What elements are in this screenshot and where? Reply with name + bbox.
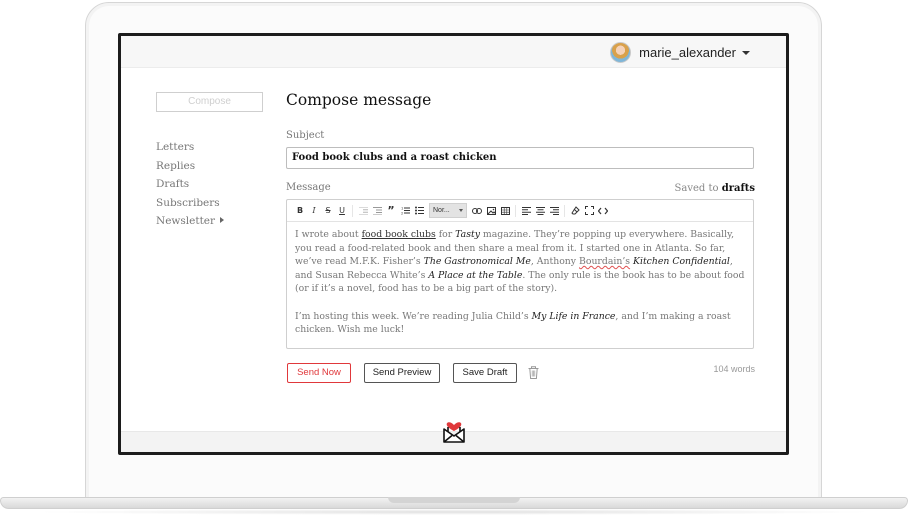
italic-text: Tasty: [455, 229, 480, 240]
send-now-button[interactable]: Send Now: [287, 363, 351, 383]
subject-input[interactable]: Food book clubs and a roast chicken: [286, 147, 754, 169]
italic-text: Kitchen Confidential: [633, 256, 730, 268]
sidebar-item-drafts[interactable]: Drafts: [156, 175, 224, 194]
bold-icon[interactable]: B: [293, 204, 307, 218]
caret-right-icon: [220, 217, 225, 223]
saved-location: drafts: [721, 183, 755, 194]
align-left-icon[interactable]: [519, 204, 533, 218]
avatar[interactable]: [610, 41, 632, 63]
table-icon[interactable]: [498, 204, 512, 218]
blockquote-icon[interactable]: ”: [384, 204, 398, 218]
sidebar-nav: Letters Replies Drafts Subscribers Newsl…: [156, 138, 225, 231]
indent-icon[interactable]: [370, 204, 384, 218]
top-bar: marie_alexander: [121, 36, 786, 68]
saved-status: Saved to drafts: [675, 183, 755, 194]
align-center-icon[interactable]: [533, 204, 547, 218]
subject-label: Subject: [286, 130, 325, 141]
chevron-down-icon: [459, 209, 463, 212]
underline-icon[interactable]: U: [335, 204, 349, 218]
app-logo-icon: [443, 422, 465, 443]
text-run: I wrote about: [295, 229, 362, 240]
link-icon[interactable]: [470, 204, 484, 218]
sidebar-item-label: Newsletter: [156, 215, 216, 227]
save-draft-button[interactable]: Save Draft: [453, 363, 517, 383]
laptop-shadow: [30, 509, 878, 515]
page-title: Compose message: [286, 91, 432, 109]
word-count: 104 words: [713, 364, 755, 374]
text-run: for: [435, 229, 456, 240]
format-select-value: Nor...: [433, 207, 450, 214]
svg-text:1: 1: [401, 207, 403, 211]
message-paragraph: I wrote about food book clubs for Tasty …: [295, 228, 745, 296]
toolbar-divider: [564, 204, 565, 217]
italic-text: The Gastronomical Me: [423, 256, 531, 268]
editor-toolbar: B I S U ” 12 Nor...: [287, 200, 753, 222]
italic-text: A Place at the Table: [428, 269, 523, 281]
italic-text: My Life in France: [531, 310, 616, 322]
laptop-base-notch: [388, 497, 520, 503]
toolbar-divider: [515, 204, 516, 217]
sidebar-item-subscribers[interactable]: Subscribers: [156, 194, 224, 213]
compose-button[interactable]: Compose: [156, 92, 263, 112]
app-screen: marie_alexander Compose Letters Replies …: [121, 36, 786, 452]
align-right-icon[interactable]: [547, 204, 561, 218]
sidebar-item-letters[interactable]: Letters: [156, 138, 224, 157]
code-view-icon[interactable]: [596, 204, 610, 218]
editor-content[interactable]: I wrote about food book clubs for Tasty …: [287, 222, 753, 337]
trash-icon[interactable]: [528, 366, 539, 379]
strikethrough-icon[interactable]: S: [321, 204, 335, 218]
sidebar-item-replies[interactable]: Replies: [156, 157, 224, 176]
text-run: I’m hosting this week. We’re reading Jul…: [295, 310, 532, 322]
chevron-down-icon[interactable]: [742, 51, 750, 55]
sidebar-item-newsletter[interactable]: Newsletter: [156, 212, 225, 231]
saved-prefix: Saved to: [674, 183, 719, 194]
username[interactable]: marie_alexander: [639, 45, 736, 60]
format-select[interactable]: Nor...: [429, 203, 467, 218]
message-label: Message: [286, 182, 331, 193]
message-editor[interactable]: B I S U ” 12 Nor... I wrote about food b…: [286, 199, 754, 349]
italic-icon[interactable]: I: [307, 204, 321, 218]
fullscreen-icon[interactable]: [582, 204, 596, 218]
send-preview-button[interactable]: Send Preview: [364, 363, 440, 383]
bullet-list-icon[interactable]: [412, 204, 426, 218]
clear-format-icon[interactable]: [568, 204, 582, 218]
message-paragraph: I’m hosting this week. We’re reading Jul…: [295, 310, 745, 337]
misspelled-word[interactable]: Bourdain’s: [579, 256, 630, 267]
ordered-list-icon[interactable]: 12: [398, 204, 412, 218]
svg-text:2: 2: [401, 212, 403, 216]
image-icon[interactable]: [484, 204, 498, 218]
toolbar-divider: [352, 204, 353, 217]
text-run: , Anthony: [530, 256, 580, 268]
user-menu[interactable]: marie_alexander: [610, 40, 750, 64]
inline-link[interactable]: food book clubs: [362, 229, 436, 240]
outdent-icon[interactable]: [356, 204, 370, 218]
